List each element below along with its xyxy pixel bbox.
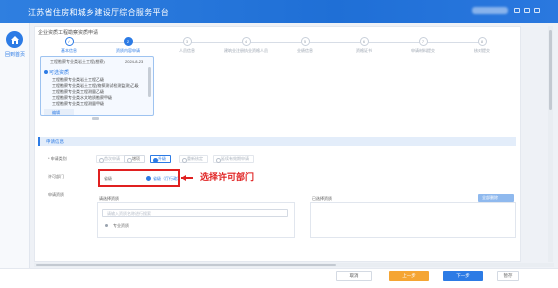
delete-all-button[interactable]: 全部删除 bbox=[478, 194, 514, 202]
option-upgrade[interactable]: 升级 bbox=[150, 155, 171, 163]
vertical-scrollbar[interactable] bbox=[548, 26, 553, 262]
breadcrumb: 企业资质工程勘察资质申请 bbox=[38, 30, 99, 36]
step-label: 申请材料提交 bbox=[411, 48, 435, 53]
apply-type-label: * 申请类别 bbox=[48, 156, 67, 161]
option-renewal[interactable]: 延续有效期申请 bbox=[213, 155, 254, 163]
panel-edit-button[interactable]: 编辑 bbox=[44, 109, 74, 115]
option-reassess[interactable]: 重新核定 bbox=[179, 155, 208, 163]
close-icon[interactable] bbox=[534, 8, 540, 13]
panel-scrollbar[interactable] bbox=[148, 67, 151, 97]
prev-button[interactable]: 上一步 bbox=[389, 271, 429, 281]
search-placeholder: 请输入资质名称进行搜索 bbox=[107, 211, 151, 216]
side-nav: 回到首页 bbox=[0, 23, 30, 288]
panel-date: 2024-8-23 bbox=[125, 59, 144, 64]
step-performance[interactable]: 5 业绩信息 bbox=[275, 37, 335, 54]
step-label: 业绩信息 bbox=[297, 48, 313, 53]
step-dot: 3 bbox=[182, 37, 192, 46]
section-icon bbox=[44, 70, 48, 74]
user-account[interactable] bbox=[472, 7, 508, 14]
scroll-thumb[interactable] bbox=[549, 30, 552, 110]
step-personnel[interactable]: 3 人员信息 bbox=[157, 37, 217, 54]
panel-item[interactable]: 工程勘察专业类工程测量甲级 bbox=[52, 101, 104, 107]
panel-header: 工程勘察专业类岩土工程(勘察) bbox=[50, 59, 105, 64]
horizontal-scrollbar[interactable] bbox=[34, 263, 554, 267]
step-certificates[interactable]: 6 资格证书 bbox=[334, 37, 394, 54]
annotation-arrowhead bbox=[181, 175, 186, 181]
step-qualification[interactable]: 2 资质内容申请 bbox=[98, 37, 158, 54]
home-icon bbox=[10, 35, 19, 44]
step-dot: 7 bbox=[418, 37, 428, 46]
step-label: 资格证书 bbox=[356, 48, 372, 53]
minimize-icon[interactable] bbox=[514, 8, 520, 13]
option-add-item[interactable]: 增项 bbox=[124, 155, 145, 163]
selected-qual-box bbox=[310, 202, 516, 238]
dept-radio[interactable] bbox=[146, 176, 151, 181]
step-label: 基本信息 bbox=[61, 48, 77, 53]
scroll-thumb[interactable] bbox=[36, 264, 336, 266]
step-dot: 6 bbox=[359, 37, 369, 46]
panel-section-title: 可选资质 bbox=[49, 70, 70, 76]
resize-handle[interactable] bbox=[92, 117, 99, 120]
save-draft-button[interactable]: 暂存 bbox=[497, 271, 519, 281]
step-label: 人员信息 bbox=[179, 48, 195, 53]
step-dot: 2 bbox=[123, 37, 133, 46]
option-first-apply[interactable]: 首次申请 bbox=[96, 155, 125, 163]
qual-search-input[interactable]: 请输入资质名称进行搜索 bbox=[102, 209, 288, 217]
apply-section-header: 申请信息 bbox=[38, 137, 516, 146]
edit-label: 编辑 bbox=[52, 110, 60, 115]
dept-option[interactable]: 省级（厅行政） bbox=[153, 176, 181, 182]
step-dot: 8 bbox=[477, 37, 487, 46]
section-title: 申请信息 bbox=[46, 139, 64, 144]
step-label: 建筑业注册执业资格人员 bbox=[224, 48, 268, 53]
step-basic-info[interactable]: ✓ 基本信息 bbox=[39, 37, 99, 54]
step-registered-staff[interactable]: 4 建筑业注册执业资格人员 bbox=[216, 37, 276, 54]
step-dot: ✓ bbox=[64, 37, 74, 46]
dept-label: 许可部门 bbox=[48, 174, 64, 179]
qual-label: 申请资质 bbox=[48, 192, 64, 197]
cancel-button[interactable]: 取消 bbox=[336, 271, 372, 281]
tree-expand-icon[interactable] bbox=[105, 224, 108, 227]
step-review[interactable]: 8 核对提交 bbox=[452, 37, 512, 54]
select-qual-box bbox=[97, 202, 295, 238]
next-button[interactable]: 下一步 bbox=[443, 271, 483, 281]
app-title: 江苏省住房和城乡建设厅综合服务平台 bbox=[28, 8, 170, 17]
step-label: 核对提交 bbox=[474, 48, 490, 53]
tree-item[interactable]: 专业资质 bbox=[113, 223, 129, 229]
home-button[interactable] bbox=[6, 31, 23, 48]
qualification-panel: 工程勘察专业类岩土工程(勘察) 2024-8-23 可选资质 工程勘察专业类岩土… bbox=[40, 56, 154, 116]
top-bar: 江苏省住房和城乡建设厅综合服务平台 bbox=[0, 0, 558, 23]
step-dot: 5 bbox=[300, 37, 310, 46]
step-materials[interactable]: 7 申请材料提交 bbox=[393, 37, 453, 54]
dept-text: 省级 bbox=[104, 176, 112, 181]
step-label: 资质内容申请 bbox=[116, 48, 140, 53]
maximize-icon[interactable] bbox=[524, 8, 530, 13]
home-label[interactable]: 回到首页 bbox=[1, 51, 29, 58]
delete-all-label: 全部删除 bbox=[482, 195, 498, 200]
step-dot: 4 bbox=[241, 37, 251, 46]
annotation-text: 选择许可部门 bbox=[200, 172, 255, 182]
